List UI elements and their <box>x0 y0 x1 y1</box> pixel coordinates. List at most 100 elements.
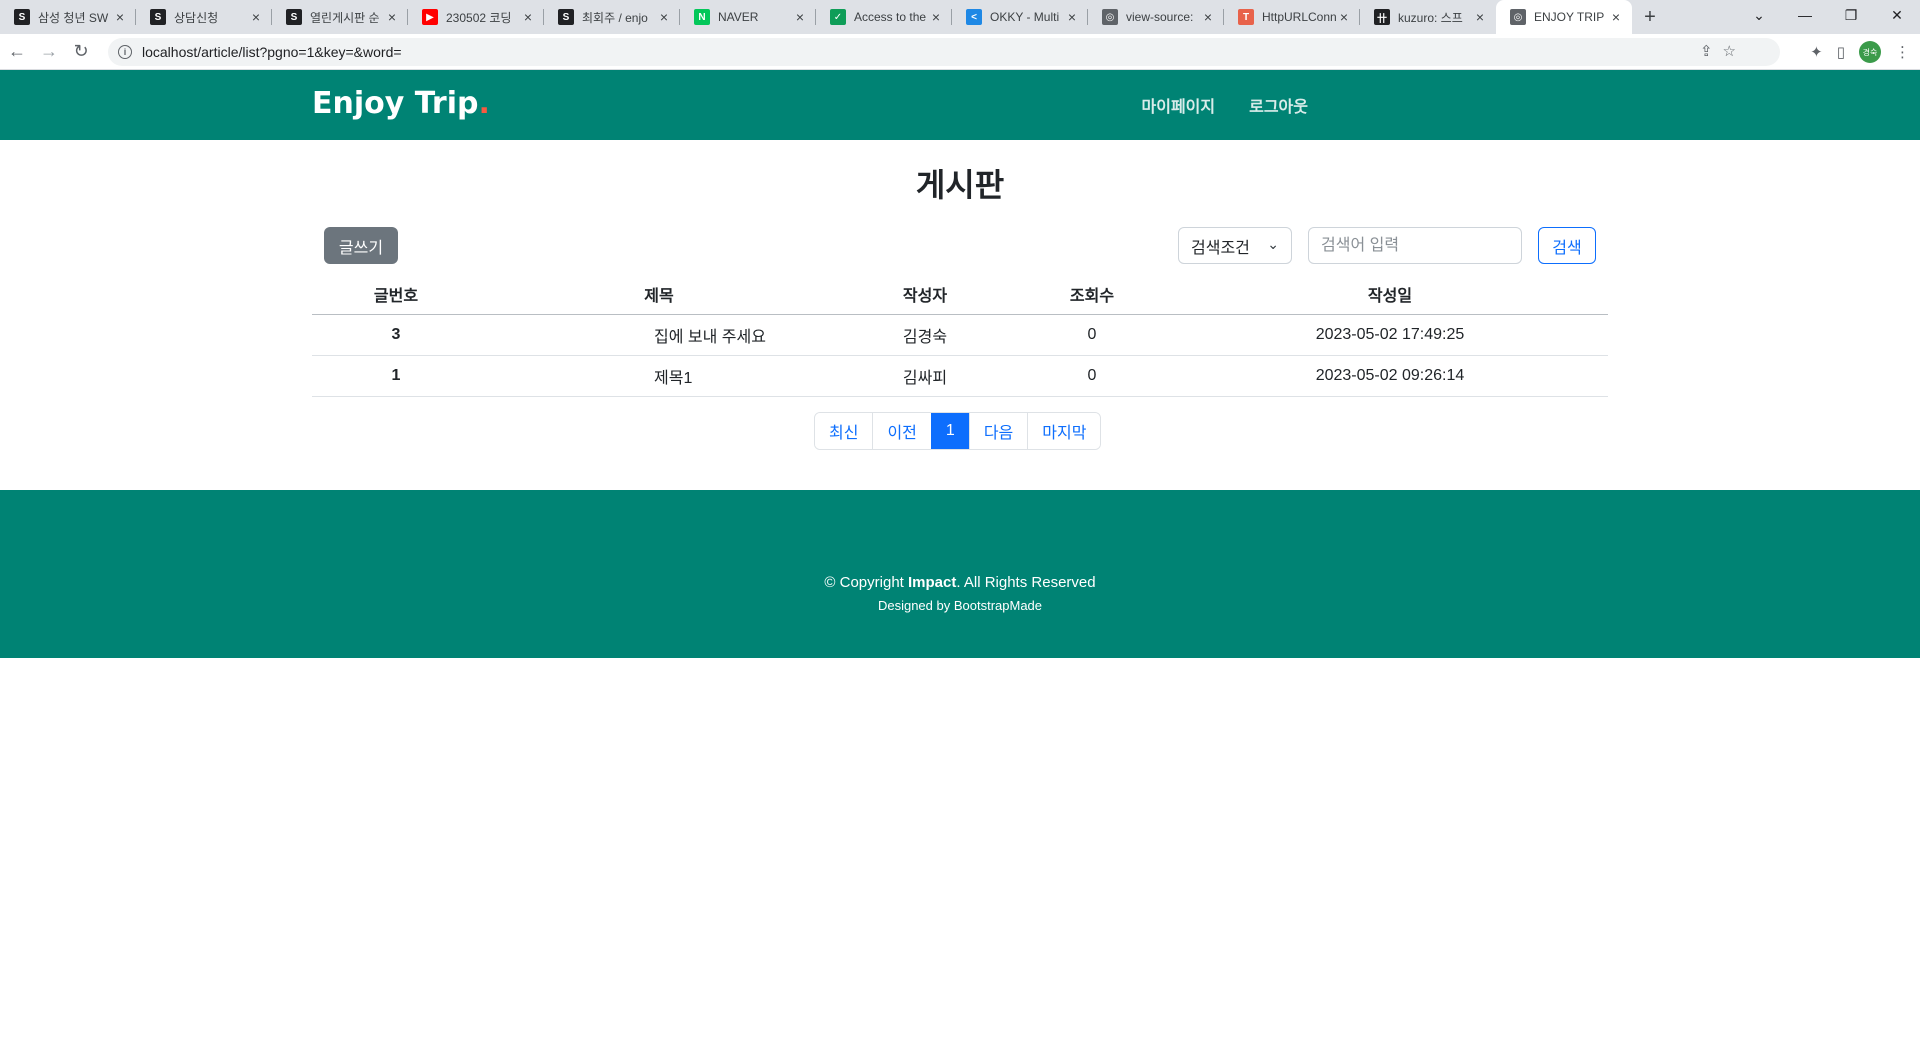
tab-close-icon[interactable]: × <box>384 9 400 25</box>
side-panel-icon[interactable]: ▯ <box>1837 43 1845 61</box>
column-header-date: 작성일 <box>1172 274 1608 315</box>
minimize-icon[interactable]: — <box>1782 0 1828 30</box>
site-logo[interactable]: Enjoy Trip. <box>312 86 490 121</box>
tab-favicon-icon: 卄 <box>1374 9 1390 25</box>
tab-favicon-icon: S <box>286 9 302 25</box>
tab-title: OKKY - Multi <box>990 10 1060 24</box>
browser-tab[interactable]: < OKKY - Multi × <box>952 0 1088 34</box>
tab-close-icon[interactable]: × <box>1472 9 1488 25</box>
reload-icon[interactable]: ↻ <box>66 37 96 67</box>
browser-tab[interactable]: N NAVER × <box>680 0 816 34</box>
back-icon[interactable]: ← <box>2 37 32 67</box>
write-button[interactable]: 글쓰기 <box>324 227 398 264</box>
browser-toolbar: ← → ↻ i localhost/article/list?pgno=1&ke… <box>0 34 1920 70</box>
tab-close-icon[interactable]: × <box>1608 9 1624 25</box>
site-info-icon[interactable]: i <box>118 45 132 59</box>
tab-title: 최회주 / enjo <box>582 10 648 25</box>
tab-title: ENJOY TRIP <box>1534 10 1605 24</box>
restore-icon[interactable]: ❐ <box>1828 0 1874 30</box>
cell-hit: 0 <box>1012 355 1172 397</box>
share-icon[interactable]: ⇪ <box>1700 42 1713 60</box>
page-first-link[interactable]: 최신 <box>815 413 873 449</box>
cell-subject-link[interactable]: 집에 보내 주세요 <box>480 314 838 356</box>
column-header-hit: 조회수 <box>1012 274 1172 315</box>
cell-date: 2023-05-02 09:26:14 <box>1172 355 1608 397</box>
cell-hit: 0 <box>1012 314 1172 356</box>
cell-writer: 김경숙 <box>838 314 1012 356</box>
tab-close-icon[interactable]: × <box>1336 9 1352 25</box>
column-header-subject: 제목 <box>480 274 838 315</box>
search-button[interactable]: 검색 <box>1538 227 1596 264</box>
tab-title: 삼성 청년 SW <box>38 10 109 25</box>
tab-favicon-icon: S <box>14 9 30 25</box>
tab-close-icon[interactable]: × <box>1064 9 1080 25</box>
new-tab-button[interactable]: + <box>1636 0 1664 34</box>
table-row[interactable]: 1 제목1 김싸피 0 2023-05-02 09:26:14 <box>312 355 1608 397</box>
page-last-link[interactable]: 마지막 <box>1027 413 1101 449</box>
tab-close-icon[interactable]: × <box>248 9 264 25</box>
tab-title: kuzuro: 스프 <box>1398 10 1463 25</box>
tab-close-icon[interactable]: × <box>520 9 536 25</box>
browser-tab[interactable]: S 열린게시판 순 × <box>272 0 408 34</box>
copyright-brand: Impact <box>908 574 957 591</box>
profile-avatar[interactable]: 경숙 <box>1859 41 1881 63</box>
browser-tab[interactable]: ◎ ENJOY TRIP × <box>1496 0 1632 34</box>
menu-kebab-icon[interactable]: ⋮ <box>1895 43 1910 61</box>
tab-title: NAVER <box>718 10 759 24</box>
bookmark-star-icon[interactable]: ☆ <box>1723 42 1736 60</box>
search-condition-select[interactable]: 검색조건 ⌄ <box>1178 227 1292 264</box>
tab-close-icon[interactable]: × <box>792 9 808 25</box>
address-bar[interactable]: i localhost/article/list?pgno=1&key=&wor… <box>108 38 1780 66</box>
site-header: Enjoy Trip. 마이페이지 로그아웃 <box>0 70 1920 140</box>
page-current-link[interactable]: 1 <box>930 413 969 449</box>
tab-favicon-icon: ▶ <box>422 9 438 25</box>
logo-text: Enjoy Trip <box>312 86 479 121</box>
cell-num: 3 <box>312 314 480 356</box>
cell-subject-link[interactable]: 제목1 <box>480 355 838 397</box>
tab-close-icon[interactable]: × <box>928 9 944 25</box>
browser-tab[interactable]: S 상담신청 × <box>136 0 272 34</box>
browser-tab[interactable]: ▶ 230502 코딩 × <box>408 0 544 34</box>
tab-title: 상담신청 <box>174 10 219 25</box>
page: Enjoy Trip. 마이페이지 로그아웃 게시판 글쓰기 검색조건 ⌄ 검색… <box>0 70 1920 1040</box>
page-prev-link[interactable]: 이전 <box>872 413 931 449</box>
extensions-icon[interactable]: ✦ <box>1810 43 1823 61</box>
tab-close-icon[interactable]: × <box>656 9 672 25</box>
tab-close-icon[interactable]: × <box>112 9 128 25</box>
browser-tab[interactable]: 卄 kuzuro: 스프 × <box>1360 0 1496 34</box>
tab-favicon-icon: N <box>694 9 710 25</box>
tab-title: 230502 코딩 <box>446 10 512 25</box>
nav-mypage-link[interactable]: 마이페이지 <box>1142 93 1216 117</box>
tab-title: 열린게시판 순 <box>310 10 380 25</box>
page-next-link[interactable]: 다음 <box>968 413 1028 449</box>
tab-title: HttpURLConn <box>1262 10 1336 24</box>
url-text: localhost/article/list?pgno=1&key=&word= <box>142 44 402 60</box>
forward-icon[interactable]: → <box>34 37 64 67</box>
footer-copyright: © Copyright Impact. All Rights Reserved <box>0 574 1920 591</box>
browser-tab-strip: S 삼성 청년 SW × S 상담신청 × S 열린게시판 순 × ▶ 230502 코딩 × S 최회주… <box>0 0 1920 34</box>
browser-tab[interactable]: ✓ Access to the × <box>816 0 952 34</box>
table-row[interactable]: 3 집에 보내 주세요 김경숙 0 2023-05-02 17:49:25 <box>312 314 1608 356</box>
pagination: 최신 이전 1 다음 마지막 <box>814 412 1102 450</box>
chevron-down-icon: ⌄ <box>1267 236 1279 252</box>
copyright-suffix: . All Rights Reserved <box>956 574 1096 591</box>
tab-favicon-icon: S <box>150 9 166 25</box>
tab-close-icon[interactable]: × <box>1200 9 1216 25</box>
tab-favicon-icon: S <box>558 9 574 25</box>
browser-tab[interactable]: ◎ view-source: × <box>1088 0 1224 34</box>
close-window-icon[interactable]: ✕ <box>1874 0 1920 30</box>
extension-area: ✦ ▯ 경숙 ⋮ <box>1810 38 1910 66</box>
search-input[interactable] <box>1308 227 1522 264</box>
tab-title: view-source: <box>1126 10 1194 24</box>
browser-tab[interactable]: T HttpURLConn × <box>1224 0 1360 34</box>
browser-tab[interactable]: S 삼성 청년 SW × <box>0 0 136 34</box>
table-header-row: 글번호 제목 작성자 조회수 작성일 <box>312 274 1608 315</box>
cell-writer: 김싸피 <box>838 355 1012 397</box>
browser-tab[interactable]: S 최회주 / enjo × <box>544 0 680 34</box>
tab-search-icon[interactable]: ⌄ <box>1736 0 1782 30</box>
tab-title: Access to the <box>854 10 927 24</box>
nav-logout-link[interactable]: 로그아웃 <box>1249 93 1308 117</box>
header-nav: 마이페이지 로그아웃 <box>1142 93 1309 117</box>
footer-credit: Designed by BootstrapMade <box>877 598 1043 613</box>
window-controls: ⌄ — ❐ ✕ <box>1736 0 1920 34</box>
